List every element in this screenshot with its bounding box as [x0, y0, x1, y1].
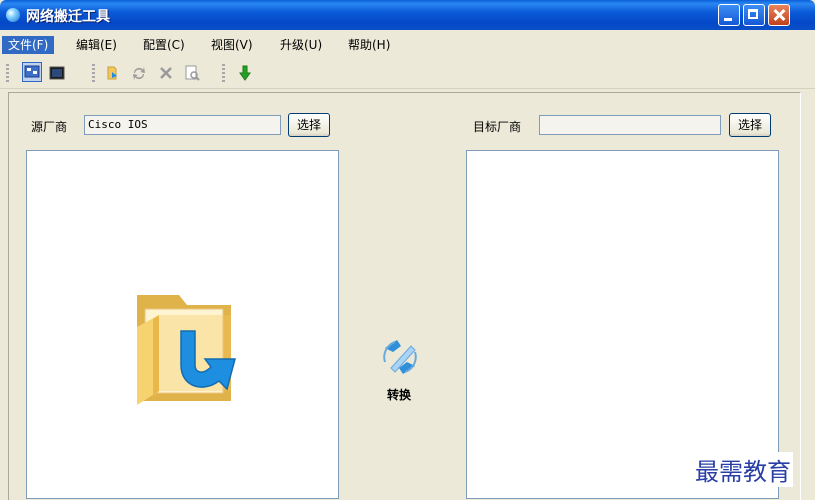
- network-view-button[interactable]: [22, 62, 42, 82]
- menu-upgrade[interactable]: 升级(U): [274, 36, 328, 54]
- target-vendor-label: 目标厂商: [473, 120, 522, 134]
- download-button[interactable]: [236, 64, 254, 82]
- preview-button[interactable]: [183, 64, 201, 82]
- watermark-text: 最需教育: [693, 452, 793, 487]
- menu-config[interactable]: 配置(C): [137, 36, 191, 54]
- toolbar-grip[interactable]: [92, 64, 95, 82]
- console-icon: [49, 66, 65, 80]
- network-view-icon: [24, 65, 40, 78]
- download-icon: [239, 65, 251, 81]
- import-icon: [107, 66, 117, 80]
- refresh-icon: [133, 67, 145, 80]
- title-bar[interactable]: 网络搬迁工具: [0, 0, 815, 30]
- minimize-button[interactable]: [718, 4, 740, 26]
- target-config-panel[interactable]: [466, 150, 779, 499]
- preview-icon: [185, 65, 200, 81]
- target-vendor-field[interactable]: [539, 115, 721, 135]
- source-config-panel[interactable]: [26, 150, 339, 499]
- convert-icon[interactable]: [377, 334, 423, 380]
- menu-view[interactable]: 视图(V): [205, 36, 259, 54]
- folder-import-icon: [137, 295, 236, 405]
- delete-button[interactable]: [157, 64, 175, 82]
- target-select-button[interactable]: 选择: [729, 113, 771, 137]
- close-icon: [769, 5, 789, 25]
- maximize-icon: [748, 9, 758, 19]
- source-vendor-field[interactable]: Cisco IOS: [84, 115, 281, 135]
- console-button[interactable]: [48, 64, 66, 82]
- menu-bar: 文件(F) 编辑(E) 配置(C) 视图(V) 升级(U) 帮助(H): [0, 34, 815, 56]
- window-title: 网络搬迁工具: [26, 9, 110, 25]
- close-button[interactable]: [768, 4, 790, 26]
- source-select-button[interactable]: 选择: [288, 113, 330, 137]
- app-icon: [6, 8, 20, 22]
- maximize-button[interactable]: [743, 4, 765, 26]
- menu-edit[interactable]: 编辑(E): [70, 36, 123, 54]
- source-vendor-label: 源厂商: [31, 120, 68, 134]
- refresh-button[interactable]: [130, 64, 148, 82]
- convert-label[interactable]: 转换: [387, 386, 411, 403]
- toolbar: [0, 58, 815, 89]
- delete-icon: [160, 67, 172, 79]
- minimize-icon: [724, 18, 732, 21]
- menu-help[interactable]: 帮助(H): [342, 36, 396, 54]
- toolbar-grip[interactable]: [222, 64, 225, 82]
- toolbar-grip[interactable]: [6, 64, 9, 82]
- import-button[interactable]: [104, 64, 122, 82]
- menu-file[interactable]: 文件(F): [2, 36, 55, 54]
